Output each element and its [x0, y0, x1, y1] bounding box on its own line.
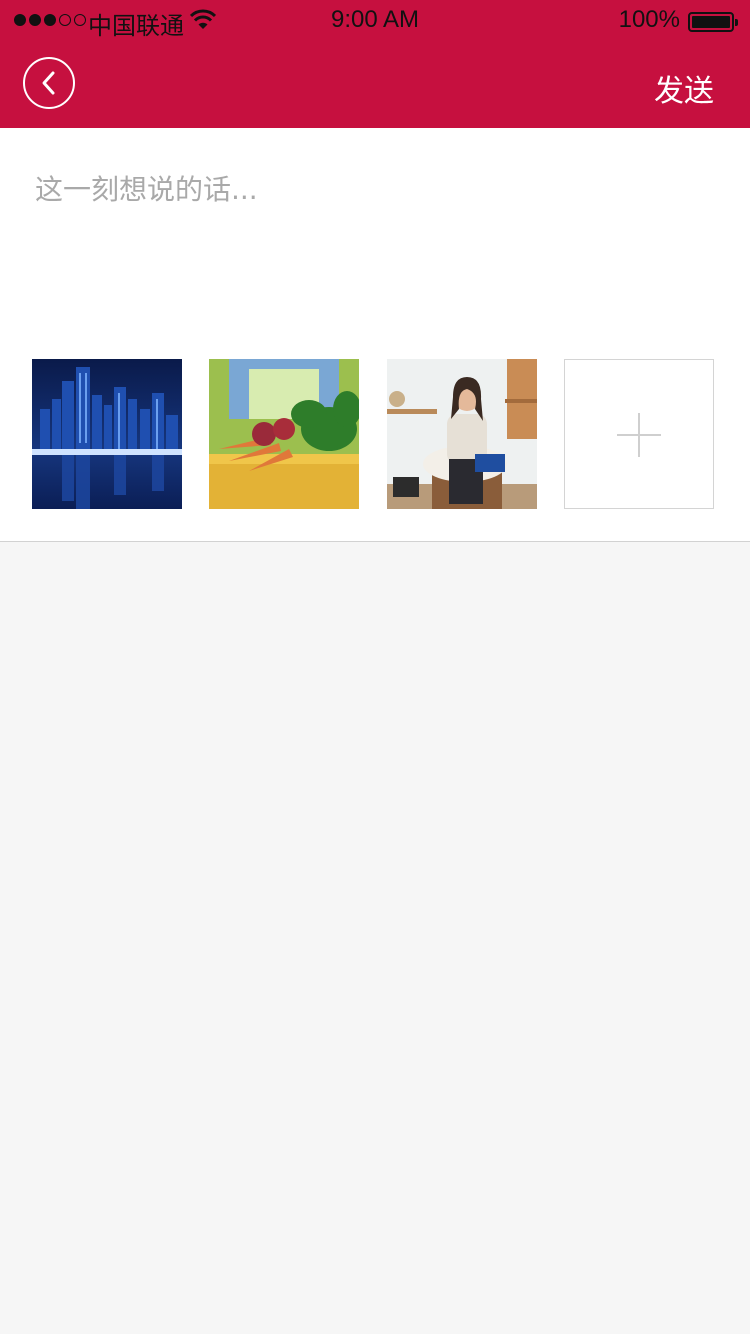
- chevron-left-icon: [42, 71, 55, 95]
- status-bar: 中国联通 9:00 AM 100%: [0, 0, 750, 44]
- top-bar: 中国联通 9:00 AM 100% 发送: [0, 0, 750, 128]
- nav-bar: 发送: [0, 44, 750, 128]
- add-photo-button[interactable]: [564, 359, 714, 509]
- compose-panel: [0, 128, 750, 542]
- back-button[interactable]: [23, 57, 75, 109]
- battery-icon: [688, 12, 738, 32]
- send-button[interactable]: 发送: [654, 66, 714, 110]
- photo-thumbnail-vegetables[interactable]: [209, 359, 359, 509]
- message-input[interactable]: [35, 168, 715, 308]
- photo-thumbnail-portrait[interactable]: [387, 359, 537, 509]
- battery-percent: 100%: [618, 6, 680, 33]
- photo-thumbnail-city[interactable]: [32, 359, 182, 509]
